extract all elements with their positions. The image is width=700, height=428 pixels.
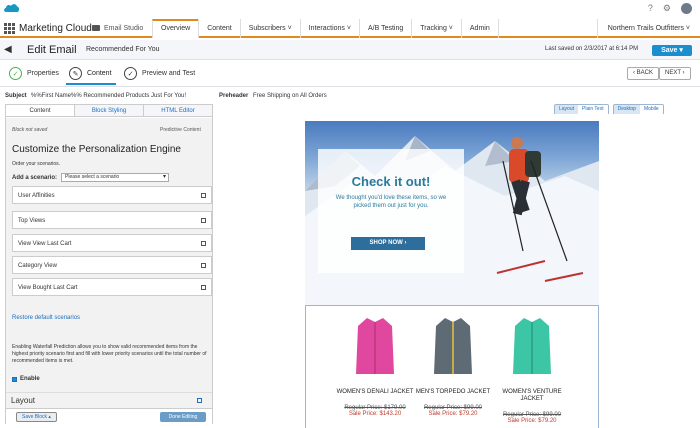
shop-now-button[interactable]: SHOP NOW › [351, 237, 425, 250]
tab-subscribers[interactable]: Subscribers ˅ [239, 19, 300, 38]
drag-handle-icon[interactable] [201, 241, 206, 246]
subject-label: Subject [5, 93, 27, 99]
tab-interactions[interactable]: Interactions ˅ [299, 19, 359, 38]
panel-title: Customize the Personalization Engine [12, 144, 181, 155]
enable-checkbox[interactable]: Enable [12, 376, 40, 382]
tab-tracking[interactable]: Tracking ˅ [411, 19, 461, 38]
hero-overlay [318, 149, 464, 273]
page-title: Edit Email [27, 44, 77, 56]
tab-overview[interactable]: Overview [152, 19, 199, 38]
product-card[interactable]: WOMEN'S VENTURE JACKET Regular Price: $9… [492, 314, 572, 424]
panel-body: Block not saved Predictive Content Custo… [6, 118, 212, 408]
sale-price: Sale Price: $143.20 [348, 411, 402, 417]
sale-price: Sale Price: $79.20 [507, 418, 557, 424]
nav-tabs: Overview Content Subscribers ˅ Interacti… [152, 19, 499, 38]
tab-admin[interactable]: Admin [460, 19, 499, 38]
checkbox-checked-icon[interactable] [12, 376, 17, 382]
predictive-content-block[interactable]: WOMEN'S DENALI JACKET Regular Price: $17… [305, 305, 599, 428]
check-circle-icon: ✓ [124, 67, 137, 80]
studio-label[interactable]: Email Studio [104, 25, 143, 32]
done-editing-button[interactable]: Done Editing [160, 412, 206, 422]
plain-text-toggle[interactable]: Plain Text [578, 105, 608, 114]
salesforce-logo-icon [4, 4, 20, 12]
mail-icon [92, 25, 100, 31]
scenario-item[interactable]: View View Last Cart [12, 234, 212, 252]
scenario-item[interactable]: Category View [12, 256, 212, 274]
layout-section[interactable]: Layout [6, 392, 212, 408]
content-panel: Content Block Styling HTML Editor Block … [5, 104, 213, 424]
drag-handle-icon[interactable] [201, 263, 206, 268]
pencil-icon: ✎ [69, 67, 82, 80]
email-name: Recommended For You [86, 46, 160, 53]
back-arrow-icon[interactable]: ◀ [4, 44, 12, 55]
hero-subtitle: We thought you'd love these items, so we… [335, 195, 447, 209]
next-button[interactable]: NEXT › [659, 67, 691, 80]
chevron-down-icon: ˅ [287, 25, 292, 32]
product-card[interactable]: MEN'S TORPEDO JACKET Regular Price: $99.… [413, 314, 493, 417]
tab-block-styling[interactable]: Block Styling [74, 105, 143, 116]
app-nav: Marketing Cloud Email Studio Overview Co… [0, 19, 700, 38]
jacket-image [513, 318, 551, 374]
product-name: WOMEN'S DENALI JACKET [336, 389, 414, 395]
subject-bar: Subject %%First Name%% Recommended Produ… [0, 90, 700, 102]
avatar[interactable] [681, 3, 692, 14]
app-title: Marketing Cloud [19, 23, 92, 34]
global-header: ? ⚙ [0, 0, 700, 17]
edit-header: ◀ Edit Email Recommended For You Last sa… [0, 40, 700, 60]
chevron-down-icon: ˅ [448, 25, 453, 32]
hero-title: Check it out! [351, 174, 431, 189]
sale-price: Sale Price: $79.20 [428, 411, 478, 417]
jacket-image [434, 318, 472, 374]
save-button[interactable]: Save ▾ [652, 45, 692, 56]
add-scenario-label: Add a scenario: [12, 174, 58, 181]
block-type: Predictive Content [160, 127, 201, 133]
expand-icon[interactable] [197, 398, 202, 403]
preheader-label: Preheader [219, 93, 249, 99]
product-name: MEN'S TORPEDO JACKET [415, 389, 491, 395]
scenario-item[interactable]: User Affinities [12, 186, 212, 204]
tab-panel-content[interactable]: Content [6, 105, 74, 116]
chevron-down-icon: ▾ [679, 47, 683, 54]
step-properties[interactable]: ✓ Properties [9, 67, 59, 80]
drag-handle-icon[interactable] [201, 285, 206, 290]
check-icon: ✓ [9, 67, 22, 80]
active-step-indicator [66, 83, 116, 85]
last-saved-text: Last saved on 2/3/2017 at 6:14 PM [545, 46, 639, 52]
product-card[interactable]: WOMEN'S DENALI JACKET Regular Price: $17… [335, 314, 415, 417]
account-switcher[interactable]: Northern Trails Outfitters ˅ [596, 19, 700, 38]
layout-view-toggle[interactable]: Layout [555, 105, 579, 114]
help-icon[interactable]: ? [648, 3, 653, 14]
add-scenario-row: Add a scenario: Please select a scenario [12, 173, 170, 182]
jacket-image [356, 318, 394, 374]
waterfall-description: Enabling Waterfall Prediction allows you… [12, 344, 207, 364]
restore-defaults-link[interactable]: Restore default scenarios [12, 315, 80, 321]
step-preview[interactable]: ✓ Preview and Test [124, 67, 195, 80]
scenario-select[interactable]: Please select a scenario [61, 173, 170, 182]
preheader-field[interactable]: Free Shipping on All Orders [253, 93, 327, 99]
gear-icon[interactable]: ⚙ [663, 3, 671, 14]
tab-html-editor[interactable]: HTML Editor [143, 105, 212, 116]
drag-handle-icon[interactable] [201, 193, 206, 198]
step-bar: ✓ Properties ✎ Content ✓ Preview and Tes… [0, 61, 700, 87]
subject-field[interactable]: %%First Name%% Recommended Products Just… [31, 93, 187, 99]
chevron-down-icon: ˅ [346, 25, 351, 32]
app-launcher-icon[interactable] [4, 23, 15, 34]
order-text: Order your scenarios. [12, 161, 61, 167]
step-content[interactable]: ✎ Content [69, 67, 112, 80]
back-button[interactable]: ‹ BACK [627, 67, 660, 80]
panel-footer: Save Block ▴ Done Editing [6, 408, 212, 424]
desktop-toggle[interactable]: Desktop [613, 105, 640, 114]
save-block-button[interactable]: Save Block ▴ [16, 412, 57, 422]
tab-content[interactable]: Content [198, 19, 240, 38]
mobile-toggle[interactable]: Mobile [639, 105, 663, 114]
panel-tabs: Content Block Styling HTML Editor [6, 105, 212, 117]
block-status: Block not saved [12, 127, 48, 133]
tab-ab-testing[interactable]: A/B Testing [358, 19, 411, 38]
drag-handle-icon[interactable] [201, 218, 206, 223]
scenario-item[interactable]: View Bought Last Cart [12, 278, 212, 296]
product-name: WOMEN'S VENTURE JACKET [502, 389, 562, 402]
scenario-item[interactable]: Top Views [12, 211, 212, 229]
